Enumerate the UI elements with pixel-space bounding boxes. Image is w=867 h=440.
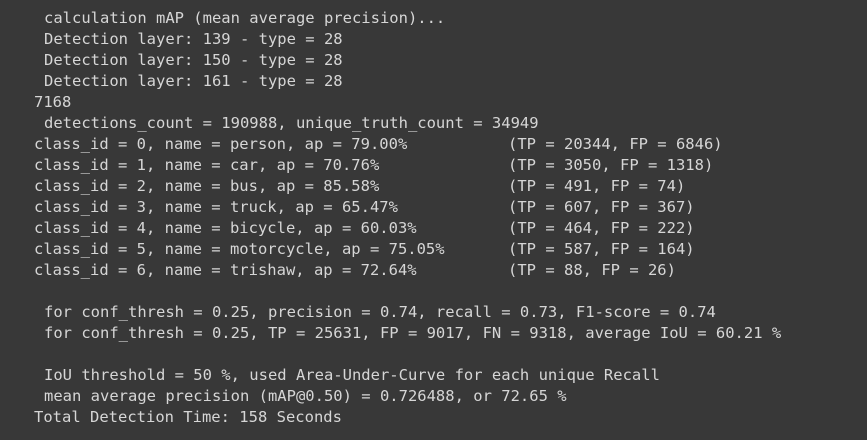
class-row: class_id = 5, name = motorcycle, ap = 75… bbox=[0, 239, 867, 260]
count-line: 7168 bbox=[34, 93, 72, 111]
class-row: class_id = 4, name = bicycle, ap = 60.03… bbox=[0, 218, 867, 239]
class-row: class_id = 6, name = trishaw, ap = 72.64… bbox=[0, 260, 867, 281]
conf-thresh-counts-line: for conf_thresh = 0.25, TP = 25631, FP =… bbox=[44, 324, 782, 342]
class-ap-text: class_id = 6, name = trishaw, ap = 72.64… bbox=[34, 261, 417, 279]
class-row: class_id = 1, name = car, ap = 70.76% (T… bbox=[0, 155, 867, 176]
class-tp-fp-text: (TP = 464, FP = 222) bbox=[508, 219, 695, 237]
detections-count-line: detections_count = 190988, unique_truth_… bbox=[44, 114, 539, 132]
class-ap-text: class_id = 3, name = truck, ap = 65.47% bbox=[34, 198, 398, 216]
class-row: class_id = 0, name = person, ap = 79.00%… bbox=[0, 134, 867, 155]
class-tp-fp-text: (TP = 491, FP = 74) bbox=[508, 177, 686, 195]
class-row: class_id = 3, name = truck, ap = 65.47% … bbox=[0, 197, 867, 218]
class-tp-fp-text: (TP = 20344, FP = 6846) bbox=[508, 135, 723, 153]
class-ap-text: class_id = 2, name = bus, ap = 85.58% bbox=[34, 177, 380, 195]
map-calc-header: calculation mAP (mean average precision)… bbox=[44, 9, 446, 27]
class-row: class_id = 2, name = bus, ap = 85.58% (T… bbox=[0, 176, 867, 197]
class-tp-fp-text: (TP = 3050, FP = 1318) bbox=[508, 156, 714, 174]
class-tp-fp-text: (TP = 88, FP = 26) bbox=[508, 261, 676, 279]
detection-layer-line: Detection layer: 161 - type = 28 bbox=[44, 72, 343, 90]
class-ap-text: class_id = 1, name = car, ap = 70.76% bbox=[34, 156, 380, 174]
class-tp-fp-text: (TP = 587, FP = 164) bbox=[508, 240, 695, 258]
class-ap-text: class_id = 0, name = person, ap = 79.00% bbox=[34, 135, 408, 153]
detection-layer-line: Detection layer: 139 - type = 28 bbox=[44, 30, 343, 48]
class-tp-fp-text: (TP = 607, FP = 367) bbox=[508, 198, 695, 216]
terminal-output: calculation mAP (mean average precision)… bbox=[0, 0, 867, 440]
detection-layer-line: Detection layer: 150 - type = 28 bbox=[44, 51, 343, 69]
class-ap-text: class_id = 4, name = bicycle, ap = 60.03… bbox=[34, 219, 417, 237]
iou-threshold-line: IoU threshold = 50 %, used Area-Under-Cu… bbox=[44, 366, 660, 384]
conf-thresh-metrics-line: for conf_thresh = 0.25, precision = 0.74… bbox=[44, 303, 716, 321]
class-ap-text: class_id = 5, name = motorcycle, ap = 75… bbox=[34, 240, 445, 258]
total-detection-time-line: Total Detection Time: 158 Seconds bbox=[34, 408, 342, 426]
map-result-line: mean average precision (mAP@0.50) = 0.72… bbox=[44, 387, 567, 405]
